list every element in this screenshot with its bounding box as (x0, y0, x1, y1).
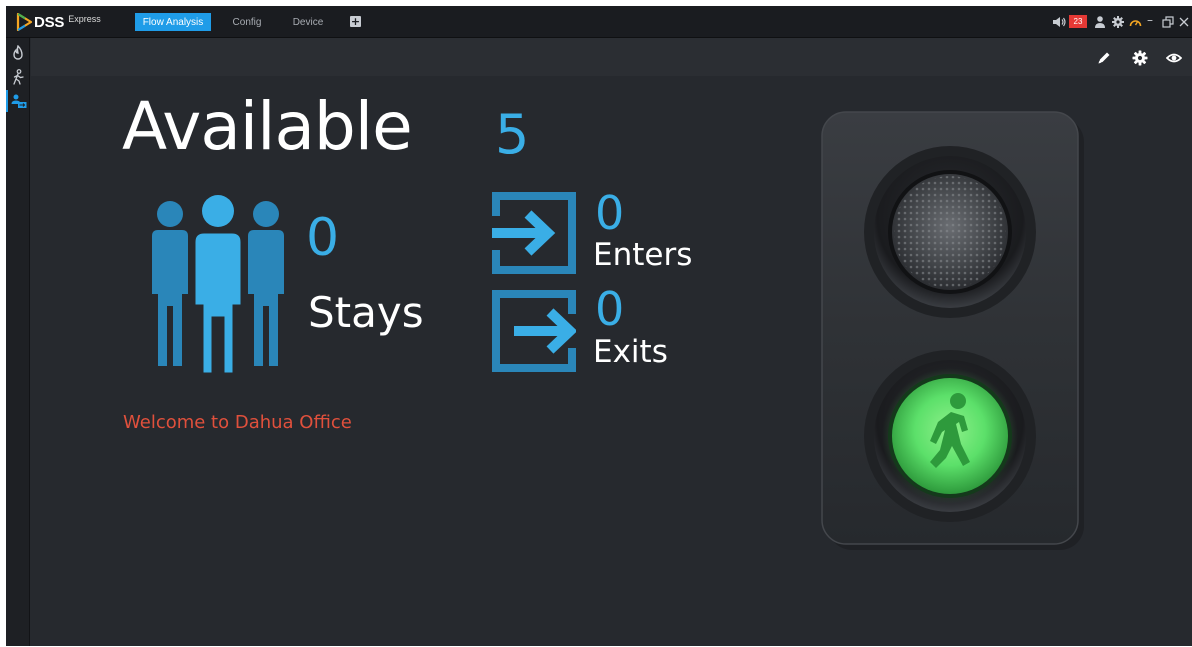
tab-flow-analysis[interactable]: Flow Analysis (135, 13, 211, 31)
exits-count: 0 (595, 282, 625, 336)
people-group-icon (152, 195, 284, 374)
dss-logo-icon (16, 13, 32, 31)
exits-label: Exits (593, 334, 668, 370)
red-lamp-off (864, 146, 1036, 318)
minimize-icon: – (1147, 13, 1153, 27)
gauge-icon[interactable] (1129, 15, 1142, 29)
enters-count: 0 (595, 186, 625, 240)
app-edition: Express (68, 14, 101, 24)
app-brand: DSS (34, 13, 65, 31)
close-icon[interactable] (1178, 15, 1190, 29)
add-tab-button[interactable]: + (350, 16, 361, 27)
restore-icon[interactable] (1162, 15, 1174, 29)
alarm-count-badge[interactable]: 23 (1069, 15, 1087, 28)
plus-square-icon: + (350, 15, 361, 28)
gear-icon[interactable] (1112, 15, 1124, 29)
sidebar-item-flow-analysis[interactable] (6, 90, 30, 112)
tab-config[interactable]: Config (224, 13, 270, 31)
dss-express-window: DSS Express Flow Analysis Config Device … (6, 6, 1192, 646)
eye-icon[interactable] (1166, 50, 1182, 66)
flame-icon (13, 45, 23, 60)
enters-label: Enters (593, 237, 693, 273)
enter-arrow-icon (492, 192, 576, 274)
stays-label: Stays (308, 288, 424, 337)
tab-device[interactable]: Device (286, 13, 330, 31)
green-lamp-on (864, 350, 1036, 522)
minimize-button[interactable]: – (1147, 14, 1157, 28)
speaker-icon[interactable] (1052, 15, 1066, 29)
stays-count: 0 (306, 208, 340, 268)
title-bar: DSS Express Flow Analysis Config Device … (6, 6, 1192, 38)
user-icon[interactable] (1094, 15, 1106, 29)
sidebar-item-people-counting[interactable] (6, 66, 30, 88)
sidebar-item-fire[interactable] (6, 42, 30, 64)
gear-icon[interactable] (1132, 50, 1148, 66)
available-count: 5 (495, 103, 530, 166)
welcome-message: Welcome to Dahua Office (123, 412, 352, 433)
content-toolbar (31, 38, 1192, 76)
walking-person-icon (13, 69, 24, 85)
app-logo: DSS Express (16, 12, 101, 32)
person-flow-icon (11, 94, 27, 108)
left-sidebar (6, 38, 30, 646)
traffic-light (821, 111, 1084, 550)
exit-arrow-icon (492, 290, 576, 372)
pencil-icon[interactable] (1096, 50, 1112, 66)
available-label: Available (122, 88, 413, 165)
